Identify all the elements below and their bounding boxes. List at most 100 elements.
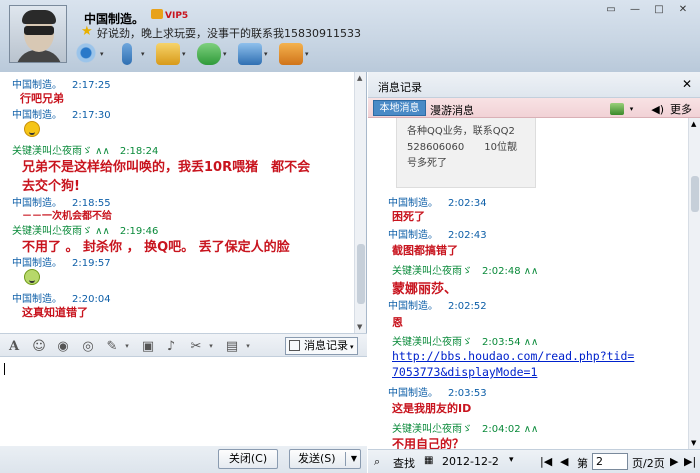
date-label[interactable]: 2012-12-2 [442, 455, 499, 468]
sender-name: 关键渼叫尐夜雨ゞ [392, 337, 472, 348]
chat-message-area[interactable]: 中国制造。 2:17:25 行吧兄弟 中国制造。 2:17:30 关键渼叫尐夜雨ゞ … [0, 72, 367, 333]
prev-page-button[interactable]: ◀ [560, 455, 568, 468]
search-icon[interactable]: ⌕ [374, 455, 380, 469]
page-total: 页/2页 [632, 457, 665, 470]
vip-badge[interactable]: VIP5 [151, 9, 188, 21]
window-controls: ▭ — □ ✕ [600, 3, 694, 17]
history-message-header: 中国制造。 2:02:34 [388, 194, 487, 209]
page-number-input[interactable]: 2 [592, 453, 628, 470]
scroll-down-icon[interactable]: ▼ [357, 323, 362, 331]
message-text: 这真知道错了 [22, 306, 88, 319]
send-label: 发送(S) [298, 452, 336, 465]
scroll-up-icon[interactable]: ▲ [357, 74, 362, 82]
history-footer: ⌕ 查找 ▦ 2012-12-2 ▾ |◀ ◀ 第 2 页/2页 ▶ ▶| [368, 449, 700, 473]
history-message-text: 不用自己的？ [392, 437, 465, 449]
input-toolbar: A ☺ ◉ ◎ ✎ ▾ ▣ ♪ ✂ ▾ ▤ ▾ 消息记录 ▾ [0, 333, 367, 357]
emoticon-icon[interactable]: ☺ [31, 339, 47, 354]
chevron-down-icon[interactable]: ▾ [119, 339, 135, 354]
music-icon[interactable]: ♪ [163, 339, 179, 354]
apps-button[interactable]: ▾ [279, 40, 316, 68]
chevron-down-icon[interactable]: ▾ [240, 339, 256, 354]
message-time: 2:17:25 [72, 80, 111, 91]
calendar-icon[interactable]: ▤ [224, 339, 240, 354]
font-icon[interactable]: A [6, 339, 22, 354]
send-button[interactable]: 发送(S) ▼ [289, 449, 361, 469]
sender-name: 关键渼叫尐夜雨ゞ [392, 424, 472, 435]
message-header: 中国制造。 2:17:25 [12, 76, 111, 91]
chat-header: 中国制造。 VIP5 ★ 好说劲，晚上求玩耍，没事干的联系我1583091153… [0, 0, 700, 72]
message-time: 2:02:34 [448, 198, 487, 209]
ad-message: 各种QQ业务，联系QQ2 528606060 10位靓 号多死了 [396, 118, 536, 188]
history-message-link[interactable]: http://bbs.houdao.com/read.php?tid= 7053… [392, 348, 634, 380]
first-page-button[interactable]: |◀ [540, 455, 552, 468]
scroll-up-icon[interactable]: ▲ [691, 120, 696, 128]
minimize-button[interactable]: — [624, 3, 646, 17]
search-button[interactable]: 查找 [393, 455, 415, 471]
app-icon [279, 43, 303, 65]
video-call-button[interactable]: ▾ [74, 40, 111, 68]
maximize-button[interactable]: □ [648, 3, 670, 17]
history-message-text: 困死了 [392, 210, 425, 223]
file-transfer-button[interactable]: ▾ [156, 40, 193, 68]
message-time: 2:03:54 [482, 337, 521, 348]
chat-scrollbar[interactable]: ▲ ▼ [354, 72, 366, 333]
sender-name: 中国制造。 [388, 301, 438, 312]
voice-call-button[interactable]: ▾ [115, 40, 152, 68]
message-time: 2:19:57 [72, 258, 111, 269]
skin-icon[interactable]: ▭ [600, 3, 622, 17]
scroll-thumb[interactable] [357, 244, 365, 304]
history-panel: 消息记录 ✕ 本地消息 漫游消息 ▾ ◀) 更多 各种QQ业务，联系QQ2 52… [368, 72, 700, 473]
history-message-header: 关键渼叫尐夜雨ゞ 2:04:02 ∧∧ [392, 420, 538, 435]
message-input[interactable] [0, 357, 367, 446]
calendar-icon[interactable]: ▦ [424, 455, 433, 466]
tab-local-messages[interactable]: 本地消息 [373, 100, 426, 116]
link-line[interactable]: http://bbs.houdao.com/read.php?tid= [392, 348, 634, 364]
close-window-button[interactable]: ✕ [672, 3, 694, 17]
chevron-down-icon[interactable]: ▼ [351, 450, 357, 468]
history-message-header: 关键渼叫尐夜雨ゞ 2:03:54 ∧∧ [392, 333, 538, 348]
sender-name: 关键渼叫尐夜雨ゞ [392, 266, 472, 277]
next-page-button[interactable]: ▶ [670, 455, 678, 468]
close-button[interactable]: 关闭(C) [218, 449, 278, 469]
speaker-icon[interactable]: ◀) [651, 103, 664, 116]
vip-label: VIP5 [165, 11, 189, 21]
send-bar: 关闭(C) 发送(S) ▼ [0, 446, 367, 473]
send-sms-button[interactable]: ▾ [197, 40, 234, 68]
history-icon [289, 340, 300, 351]
magic-emoticon-icon[interactable]: ◉ [55, 339, 71, 354]
wave-icon: ∧∧ [520, 337, 539, 348]
last-page-button[interactable]: ▶| [684, 455, 696, 468]
scissors-icon[interactable]: ✂ [188, 339, 204, 354]
history-messages[interactable]: 各种QQ业务，联系QQ2 528606060 10位靓 号多死了 中国制造。 2:… [368, 118, 688, 449]
message-text: －－一次机会都不给 [22, 211, 112, 222]
shake-icon[interactable]: ◎ [80, 339, 96, 354]
export-icon[interactable] [609, 103, 624, 115]
scroll-thumb[interactable] [691, 176, 699, 212]
scroll-down-icon[interactable]: ▼ [691, 439, 696, 447]
message-text: 不用了 。 封杀你 ， 换Q吧。 丢了保定人的脸 [22, 240, 290, 255]
calendar-dropdown-icon[interactable]: ▾ [509, 455, 514, 465]
avatar[interactable] [9, 5, 67, 63]
tab-roaming-messages[interactable]: 漫游消息 [430, 102, 474, 118]
more-button[interactable]: 更多 [670, 101, 692, 117]
microphone-icon [122, 43, 132, 65]
history-message-header: 中国制造。 2:02:52 [388, 297, 487, 312]
close-icon[interactable]: ✕ [682, 77, 692, 91]
chevron-down-icon[interactable]: ▾ [203, 339, 219, 354]
remote-desktop-icon [238, 43, 262, 65]
history-tabs: 本地消息 漫游消息 ▾ ◀) 更多 [368, 98, 700, 118]
ad-line: 528606060 10位靓 [407, 142, 517, 153]
message-history-button[interactable]: 消息记录 ▾ [285, 337, 358, 355]
message-header: 中国制造。 2:19:57 [12, 254, 111, 269]
message-time: 2:03:53 [448, 388, 487, 399]
history-message-header: 关键渼叫尐夜雨ゞ 2:02:48 ∧∧ [392, 262, 538, 277]
sender-name: 中国制造。 [388, 388, 438, 399]
wave-icon: ∧∧ [520, 266, 539, 277]
ad-line: 号多死了 [407, 158, 447, 169]
history-scrollbar[interactable]: ▲ ▼ [688, 118, 700, 449]
link-line[interactable]: 7053773&displayMode=1 [392, 364, 634, 380]
remote-desktop-button[interactable]: ▾ [238, 40, 275, 68]
doodle-icon[interactable]: ✎ [104, 339, 120, 354]
image-icon[interactable]: ▣ [140, 339, 156, 354]
history-message-text: 截图都搞错了 [392, 244, 458, 257]
